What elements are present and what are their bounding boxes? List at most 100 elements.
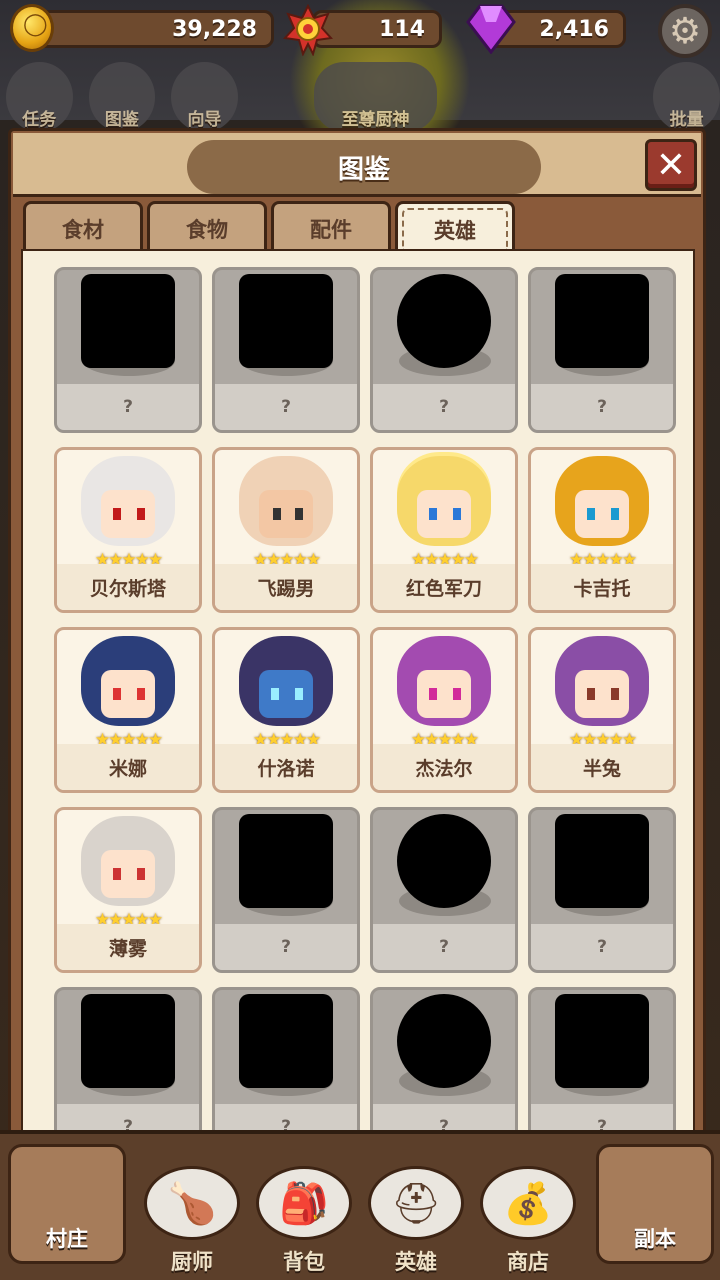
hero-name: 杰法尔 [373, 744, 515, 790]
gem-icon [466, 4, 516, 54]
hero-card[interactable]: ★★★★★ 卡吉托 [528, 447, 676, 613]
hero-name: 贝尔斯塔 [57, 564, 199, 610]
codex-panel: 图鉴 ✕ 食材 食物 配件 英雄 ? ? ? ? ★★★★★ 贝尔斯塔 ★★★★… [8, 128, 706, 1150]
nav-chef[interactable]: 🍗 厨师 [140, 1144, 244, 1280]
bg-label: 图鉴 [104, 110, 139, 130]
hero-silhouette [555, 994, 649, 1088]
backpack-icon: 🎒 [256, 1166, 352, 1240]
hero-card[interactable]: ★★★★★ 薄雾 [54, 807, 202, 973]
coin-counter[interactable]: 39,228 [26, 10, 274, 48]
hero-name: 薄雾 [57, 924, 199, 970]
helmet-icon: ⛑ [368, 1166, 464, 1240]
hero-card-locked[interactable]: ? [370, 267, 518, 433]
chef-icon: 至尊厨神 [313, 62, 438, 132]
hero-card[interactable]: ★★★★★ 飞踢男 [212, 447, 360, 613]
hero-card[interactable]: ★★★★★ 半兔 [528, 627, 676, 793]
hero-silhouette [397, 994, 491, 1088]
guide-icon: 向导 [171, 62, 238, 132]
nav-heroes[interactable]: ⛑ 英雄 [364, 1144, 468, 1280]
hero-name: ? [373, 924, 515, 970]
hero-silhouette [81, 274, 175, 368]
hero-name: 飞踢男 [215, 564, 357, 610]
hero-portrait [239, 456, 333, 546]
hero-name: ? [373, 384, 515, 430]
tab-ingredients[interactable]: 食材 [23, 201, 143, 253]
nav-label: 商店 [507, 1250, 549, 1274]
hero-card-locked[interactable]: ? [370, 807, 518, 973]
hero-card-locked[interactable]: ? [528, 807, 676, 973]
batch-icon: 批量 [653, 62, 720, 132]
hero-card[interactable]: ★★★★★ 什洛诺 [212, 627, 360, 793]
currency-bar: 39,228 114 2,416 ⚙ [0, 0, 720, 60]
bottom-nav: 村庄 🍗 厨师 🎒 背包 ⛑ 英雄 💰 商店 副本 [0, 1130, 720, 1280]
hero-card[interactable]: ★★★★★ 红色军刀 [370, 447, 518, 613]
gear-icon[interactable]: ⚙ [658, 4, 712, 58]
hero-name: 卡吉托 [531, 564, 673, 610]
hero-card[interactable]: ★★★★★ 米娜 [54, 627, 202, 793]
bg-label: 批量 [669, 110, 704, 130]
hero-portrait [555, 636, 649, 726]
nav-label: 背包 [283, 1250, 325, 1274]
hero-silhouette [81, 994, 175, 1088]
hero-silhouette [397, 814, 491, 908]
hero-card-locked[interactable]: ? [528, 987, 676, 1135]
nav-village[interactable]: 村庄 [8, 1144, 126, 1264]
hero-name: ? [215, 384, 357, 430]
hero-silhouette [239, 274, 333, 368]
hero-silhouette [239, 814, 333, 908]
hero-silhouette [397, 274, 491, 368]
chicken-icon: 🍗 [144, 1166, 240, 1240]
hero-card[interactable]: ★★★★★ 杰法尔 [370, 627, 518, 793]
coin-value: 39,228 [172, 17, 257, 42]
hero-silhouette [555, 814, 649, 908]
tab-heroes[interactable]: 英雄 [395, 201, 515, 255]
medal-value: 114 [379, 17, 425, 42]
medal-icon [283, 4, 333, 56]
hero-grid: ? ? ? ? ★★★★★ 贝尔斯塔 ★★★★★ 飞踢男 ★★★★★ 红色军刀 … [21, 249, 695, 1137]
hero-name: ? [215, 924, 357, 970]
tab-accessories[interactable]: 配件 [271, 201, 391, 253]
hero-name: ? [531, 384, 673, 430]
hero-portrait [81, 636, 175, 726]
nav-dungeon[interactable]: 副本 [596, 1144, 714, 1264]
hero-name: ? [57, 384, 199, 430]
hero-name: 半兔 [531, 744, 673, 790]
gem-value: 2,416 [539, 17, 609, 42]
hero-card-locked[interactable]: ? [212, 987, 360, 1135]
task-icon: 任务 [6, 62, 73, 132]
hero-name: 米娜 [57, 744, 199, 790]
tab-food[interactable]: 食物 [147, 201, 267, 253]
panel-header: 图鉴 ✕ [13, 133, 701, 197]
hero-name: ? [531, 924, 673, 970]
nav-shop[interactable]: 💰 商店 [476, 1144, 580, 1280]
coin-icon [10, 4, 54, 52]
nav-backpack[interactable]: 🎒 背包 [252, 1144, 356, 1280]
hero-name: 什洛诺 [215, 744, 357, 790]
background-menu: 任务 图鉴 向导 至尊厨神 批量 [0, 62, 720, 137]
hero-silhouette [555, 274, 649, 368]
hero-portrait [555, 456, 649, 546]
codex-icon: 图鉴 [88, 62, 156, 132]
nav-label: 英雄 [395, 1250, 437, 1274]
hero-portrait [397, 636, 491, 726]
hero-portrait [397, 456, 491, 546]
hero-silhouette [239, 994, 333, 1088]
close-button[interactable]: ✕ [645, 139, 697, 191]
hero-card-locked[interactable]: ? [54, 267, 202, 433]
bg-label: 至尊厨神 [341, 110, 410, 130]
hero-name: 红色军刀 [373, 564, 515, 610]
bg-label: 向导 [187, 110, 222, 130]
nav-label: 厨师 [171, 1250, 213, 1274]
hero-card-locked[interactable]: ? [370, 987, 518, 1135]
hero-card-locked[interactable]: ? [54, 987, 202, 1135]
treasure-chest-icon: 💰 [480, 1166, 576, 1240]
hero-card-locked[interactable]: ? [212, 807, 360, 973]
hero-portrait [239, 636, 333, 726]
panel-title: 图鉴 [187, 140, 541, 194]
hero-card-locked[interactable]: ? [528, 267, 676, 433]
hero-card[interactable]: ★★★★★ 贝尔斯塔 [54, 447, 202, 613]
hero-portrait [81, 456, 175, 546]
hero-card-locked[interactable]: ? [212, 267, 360, 433]
hero-portrait [81, 816, 175, 906]
bg-label: 任务 [22, 110, 57, 130]
